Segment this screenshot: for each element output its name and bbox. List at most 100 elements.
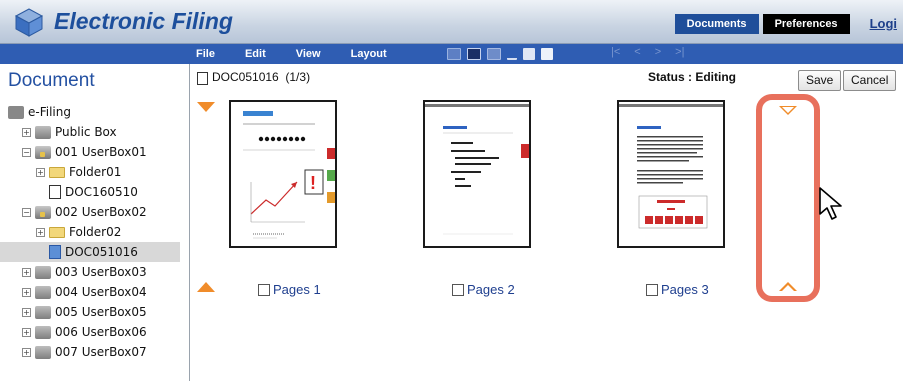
toolbar-icons [447, 47, 559, 61]
menu-edit[interactable]: Edit [245, 48, 266, 60]
tree-item[interactable]: − 001 UserBox01 [8, 142, 180, 162]
expand-icon[interactable]: + [22, 127, 31, 137]
last-page-button[interactable]: >| [675, 46, 684, 58]
tree-item[interactable]: + Folder02 [8, 222, 180, 242]
scroll-up-icon[interactable] [779, 282, 797, 291]
expand-icon[interactable]: + [22, 327, 31, 337]
save-icon[interactable] [467, 48, 481, 60]
collapse-icon[interactable]: − [22, 207, 31, 217]
tree-item[interactable]: + Folder01 [8, 162, 180, 182]
tree-item[interactable]: DOC051016 [0, 242, 180, 262]
first-page-button[interactable]: |< [611, 46, 620, 58]
copy-pages-icon[interactable] [523, 48, 535, 60]
svg-text:!: ! [310, 173, 316, 193]
expand-icon[interactable]: + [22, 267, 31, 277]
expand-icon[interactable]: + [36, 167, 45, 177]
menu-bar: File Edit View Layout |< < > >| [0, 44, 903, 64]
document-title: DOC051016 (1/3) [212, 70, 311, 84]
document-icon [49, 185, 61, 199]
checkbox-icon[interactable] [646, 283, 658, 296]
tree-item-label: Folder02 [69, 225, 122, 239]
tree-item-label: 001 UserBox01 [55, 145, 147, 159]
folder-tree: e-Filing + Public Box − 001 UserBox01 + Folder… [0, 102, 180, 362]
next-page-button[interactable]: > [655, 46, 661, 58]
cut-icon[interactable] [507, 48, 517, 60]
tree-item[interactable]: +006 UserBox06 [8, 322, 180, 342]
tree-item-label: DOC160510 [65, 185, 138, 199]
paste-icon[interactable] [541, 48, 553, 60]
copy-icon[interactable] [447, 48, 461, 60]
tree-item[interactable]: +005 UserBox05 [8, 302, 180, 322]
tree-item[interactable]: e-Filing [8, 102, 180, 122]
efiling-root-icon [8, 105, 24, 119]
tree-item-label: Folder01 [69, 165, 122, 179]
menu-layout[interactable]: Layout [351, 48, 387, 60]
document-view: DOC051016 (1/3) Status : Editing Save Ca… [191, 64, 903, 381]
app-title: Electronic Filing [54, 8, 233, 34]
document-icon [49, 245, 61, 259]
expand-icon[interactable]: + [22, 307, 31, 317]
title-bar: Electronic Filing Documents Preferences … [0, 0, 903, 44]
tree-item[interactable]: +007 UserBox07 [8, 342, 180, 362]
tree-item[interactable]: − 002 UserBox02 [8, 202, 180, 222]
box-icon [35, 345, 51, 359]
tree-item-label: 007 UserBox07 [55, 345, 147, 359]
save-button[interactable]: Save [798, 70, 842, 91]
tree-item-label: Public Box [55, 125, 117, 139]
tree-item-label: DOC051016 [65, 245, 138, 259]
page-checkbox-2[interactable]: Pages 2 [452, 282, 515, 297]
expand-icon[interactable]: + [22, 287, 31, 297]
page-checkbox-3[interactable]: Pages 3 [646, 282, 709, 297]
expand-icon[interactable]: + [36, 227, 45, 237]
menu-file[interactable]: File [196, 48, 215, 60]
expand-icon[interactable]: + [22, 347, 31, 357]
logout-link[interactable]: Logi [862, 14, 903, 34]
prev-page-button[interactable]: < [634, 46, 640, 58]
page-thumbnail-2[interactable] [423, 100, 531, 248]
document-icon [197, 72, 208, 85]
collapse-icon[interactable]: − [22, 147, 31, 157]
app-logo-icon [14, 8, 44, 37]
tree-item-label: e-Filing [28, 105, 71, 119]
tree-item-label: 003 UserBox03 [55, 265, 147, 279]
tree-item-label: 002 UserBox02 [55, 205, 147, 219]
box-icon [35, 265, 51, 279]
scroll-down-icon[interactable] [779, 106, 797, 115]
box-icon [35, 305, 51, 319]
preferences-tab[interactable]: Preferences [762, 14, 850, 34]
tree-item-label: 004 UserBox04 [55, 285, 147, 299]
top-nav: Documents Preferences Logi [674, 14, 903, 34]
page-checkbox-1[interactable]: Pages 1 [258, 282, 321, 297]
page-thumbnail-3[interactable] [617, 100, 725, 248]
tree-item[interactable]: +004 UserBox04 [8, 282, 180, 302]
tree-item-label: 005 UserBox05 [55, 305, 147, 319]
sidebar-title: Document [8, 70, 95, 91]
box-icon [35, 125, 51, 139]
page-thumbnail-1[interactable]: ! [229, 100, 337, 248]
folder-icon [49, 166, 65, 178]
tree-item[interactable]: DOC160510 [8, 182, 180, 202]
folder-icon [49, 226, 65, 238]
page-2-preview [425, 104, 529, 235]
checkbox-icon[interactable] [258, 283, 270, 296]
page-nav: |< < > >| [611, 46, 698, 58]
scroll-down-left-icon[interactable] [197, 102, 215, 112]
mouse-cursor-icon [819, 187, 842, 220]
page-1-preview: ! [243, 111, 335, 239]
sidebar: Document e-Filing + Public Box − 001 UserBox… [0, 64, 190, 381]
documents-tab[interactable]: Documents [674, 14, 759, 34]
tree-item[interactable]: +003 UserBox03 [8, 262, 180, 282]
page-3-preview [619, 104, 723, 229]
scroll-up-left-icon[interactable] [197, 282, 215, 292]
status-text: Status : Editing [648, 70, 736, 84]
box-icon [35, 325, 51, 339]
user-box-icon [35, 205, 51, 219]
box-icon [35, 285, 51, 299]
user-box-icon [35, 145, 51, 159]
tree-item[interactable]: + Public Box [8, 122, 180, 142]
highlight-box [756, 94, 820, 302]
menu-view[interactable]: View [296, 48, 321, 60]
checkbox-icon[interactable] [452, 283, 464, 296]
print-icon[interactable] [487, 48, 501, 60]
cancel-button[interactable]: Cancel [843, 70, 897, 91]
